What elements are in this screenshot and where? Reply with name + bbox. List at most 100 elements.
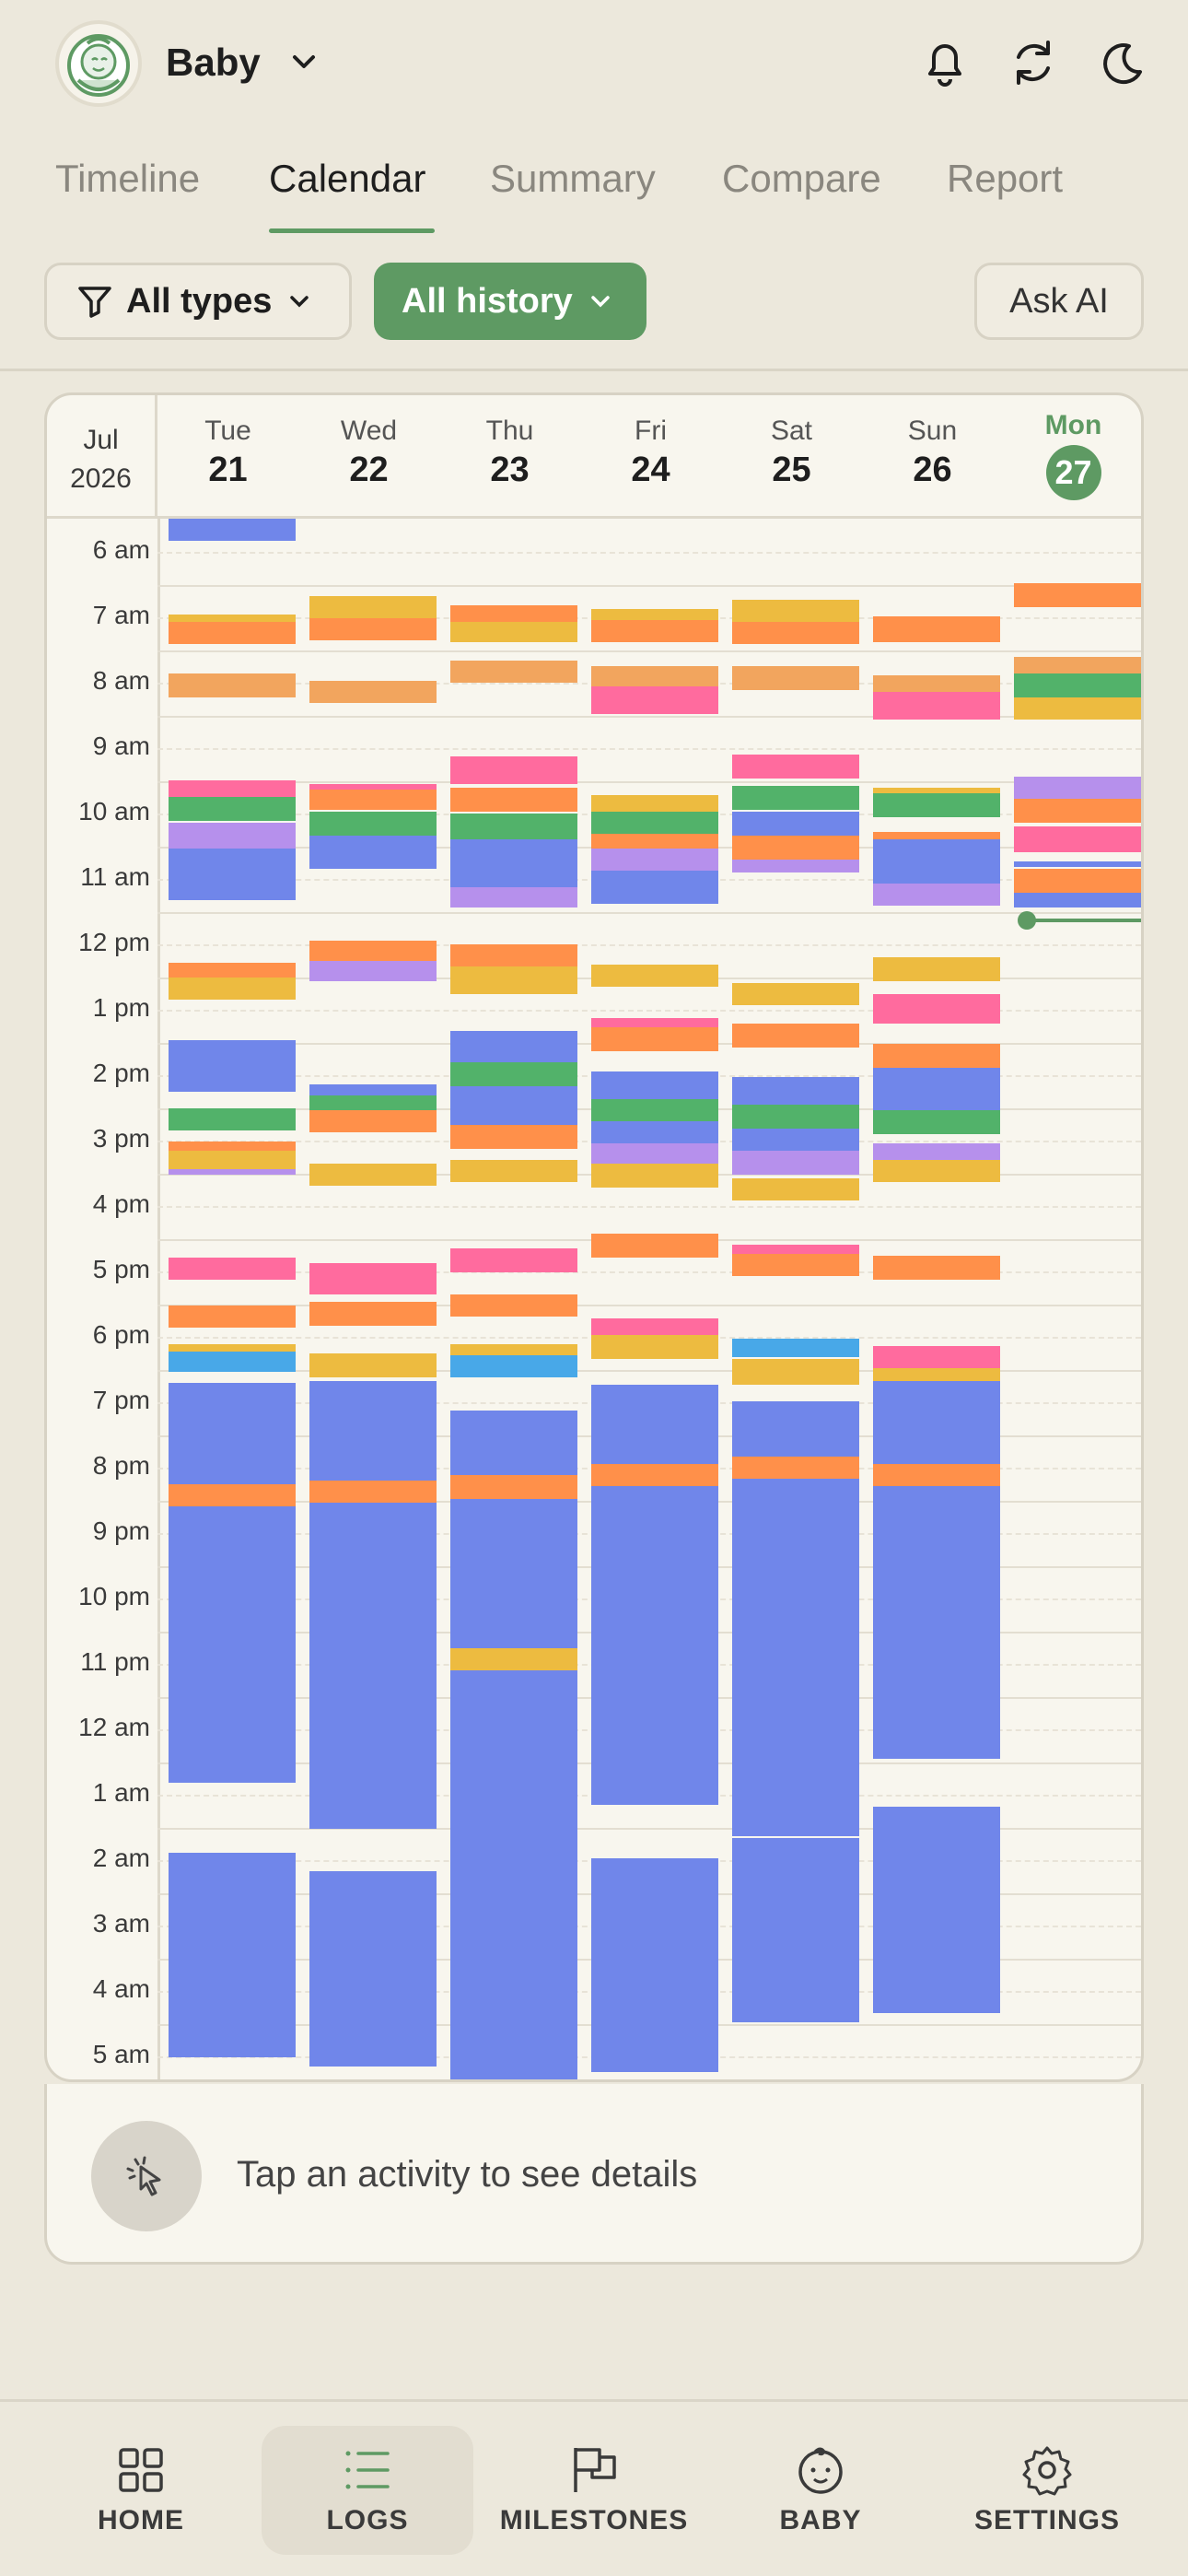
activity-block-orange[interactable] — [450, 944, 577, 966]
activity-block-sleep[interactable] — [732, 1077, 859, 1105]
activity-block-sleep[interactable] — [873, 1068, 1000, 1110]
activity-block-yellow[interactable] — [732, 1178, 859, 1200]
activity-block-orange[interactable] — [309, 941, 437, 961]
activity-block-orange[interactable] — [873, 1464, 1000, 1486]
activity-block-pink[interactable] — [873, 994, 1000, 1024]
activity-block-sleep[interactable] — [309, 836, 437, 869]
activity-block-purple[interactable] — [873, 1143, 1000, 1160]
activity-block-orange[interactable] — [450, 605, 577, 622]
activity-block-yellow[interactable] — [169, 615, 296, 622]
activity-block-pink[interactable] — [1014, 826, 1141, 852]
activity-block-yellow[interactable] — [591, 965, 718, 987]
activity-block-orange[interactable] — [1014, 869, 1141, 893]
activity-block-yellow[interactable] — [591, 1164, 718, 1188]
activity-block-orange[interactable] — [309, 1481, 437, 1503]
activity-block-yellow[interactable] — [873, 1160, 1000, 1182]
activity-block-orange[interactable] — [591, 620, 718, 642]
history-filter-button[interactable]: All history — [374, 263, 646, 340]
activity-block-blue[interactable] — [450, 1355, 577, 1377]
activity-block-peach[interactable] — [169, 673, 296, 697]
activity-block-green[interactable] — [873, 793, 1000, 817]
activity-block-yellow[interactable] — [1014, 697, 1141, 720]
activity-block-orange[interactable] — [450, 1475, 577, 1499]
activity-block-orange[interactable] — [450, 1125, 577, 1149]
activity-block-green[interactable] — [169, 1108, 296, 1130]
activity-block-yellow[interactable] — [169, 1344, 296, 1352]
day-header-mon-today[interactable]: Mon 27 — [1003, 395, 1141, 519]
activity-block-yellow[interactable] — [169, 1151, 296, 1169]
activity-block-green[interactable] — [169, 797, 296, 821]
activity-block-sleep[interactable] — [450, 1499, 577, 1648]
activity-block-green[interactable] — [732, 1105, 859, 1129]
activity-block-orange[interactable] — [309, 1110, 437, 1132]
activity-block-orange[interactable] — [873, 616, 1000, 642]
activity-block-yellow[interactable] — [309, 1164, 437, 1186]
activity-block-peach[interactable] — [1014, 657, 1141, 673]
day-header-wed[interactable]: Wed 22 — [298, 395, 439, 519]
activity-block-sleep[interactable] — [169, 1040, 296, 1092]
tab-calendar[interactable]: Calendar — [269, 157, 425, 201]
activity-block-orange[interactable] — [169, 622, 296, 644]
day-header-thu[interactable]: Thu 23 — [439, 395, 580, 519]
activity-block-sleep[interactable] — [450, 1086, 577, 1125]
activity-block-pink[interactable] — [309, 1263, 437, 1294]
activity-block-orange[interactable] — [732, 622, 859, 644]
activity-block-pink[interactable] — [591, 1018, 718, 1027]
activity-block-pink[interactable] — [450, 1248, 577, 1272]
activity-block-purple[interactable] — [1014, 777, 1141, 799]
activity-block-orange[interactable] — [732, 836, 859, 860]
activity-block-sleep[interactable] — [309, 1503, 437, 1829]
activity-block-sleep[interactable] — [309, 1871, 437, 2067]
activity-block-sleep[interactable] — [873, 839, 1000, 884]
activity-block-green[interactable] — [450, 1062, 577, 1086]
activity-block-yellow[interactable] — [450, 966, 577, 994]
activity-block-pink[interactable] — [169, 780, 296, 797]
activity-block-sleep[interactable] — [169, 849, 296, 900]
activity-block-purple[interactable] — [591, 849, 718, 871]
activity-block-orange[interactable] — [169, 1306, 296, 1328]
tab-summary[interactable]: Summary — [490, 157, 656, 201]
activity-block-yellow[interactable] — [450, 1160, 577, 1182]
activity-block-sleep[interactable] — [732, 1129, 859, 1151]
day-header-sun[interactable]: Sun 26 — [862, 395, 1003, 519]
ask-ai-button[interactable]: Ask AI — [974, 263, 1144, 340]
activity-block-sleep[interactable] — [169, 519, 296, 541]
activity-block-purple[interactable] — [309, 961, 437, 981]
activity-block-yellow[interactable] — [732, 1359, 859, 1385]
activity-block-purple[interactable] — [169, 823, 296, 849]
activity-block-yellow[interactable] — [591, 795, 718, 812]
activity-block-orange[interactable] — [591, 1234, 718, 1258]
activity-block-blue[interactable] — [732, 1339, 859, 1357]
activity-block-sleep[interactable] — [873, 1381, 1000, 1464]
activity-block-blue[interactable] — [169, 1352, 296, 1372]
activity-block-orange[interactable] — [591, 1027, 718, 1051]
activity-block-purple[interactable] — [732, 1151, 859, 1175]
activity-block-pink[interactable] — [732, 755, 859, 779]
nav-settings[interactable]: SETTINGS — [941, 2426, 1153, 2555]
activity-block-sleep[interactable] — [309, 1084, 437, 1095]
activity-block-yellow[interactable] — [732, 983, 859, 1005]
activity-block-orange[interactable] — [591, 834, 718, 849]
activity-block-yellow[interactable] — [309, 1353, 437, 1377]
activity-block-purple[interactable] — [873, 884, 1000, 906]
activity-block-sleep[interactable] — [732, 1401, 859, 1457]
activity-block-orange[interactable] — [169, 1142, 296, 1151]
activity-block-orange[interactable] — [873, 832, 1000, 839]
activity-block-green[interactable] — [732, 786, 859, 810]
activity-block-pink[interactable] — [873, 1346, 1000, 1368]
activity-block-sleep[interactable] — [732, 1479, 859, 1836]
moon-icon[interactable] — [1092, 33, 1151, 92]
activity-block-sleep[interactable] — [591, 1071, 718, 1099]
activity-block-orange[interactable] — [169, 963, 296, 978]
activity-block-sleep[interactable] — [591, 1486, 718, 1805]
activity-block-orange[interactable] — [732, 1457, 859, 1479]
activity-block-green[interactable] — [591, 812, 718, 834]
activity-block-sleep[interactable] — [732, 1838, 859, 2022]
nav-logs[interactable]: LOGS — [262, 2426, 473, 2555]
activity-block-purple[interactable] — [732, 860, 859, 872]
tab-compare[interactable]: Compare — [722, 157, 881, 201]
activity-block-purple[interactable] — [591, 1143, 718, 1164]
activity-block-green[interactable] — [309, 812, 437, 836]
activity-block-orange[interactable] — [450, 1294, 577, 1317]
activity-block-yellow[interactable] — [873, 957, 1000, 981]
